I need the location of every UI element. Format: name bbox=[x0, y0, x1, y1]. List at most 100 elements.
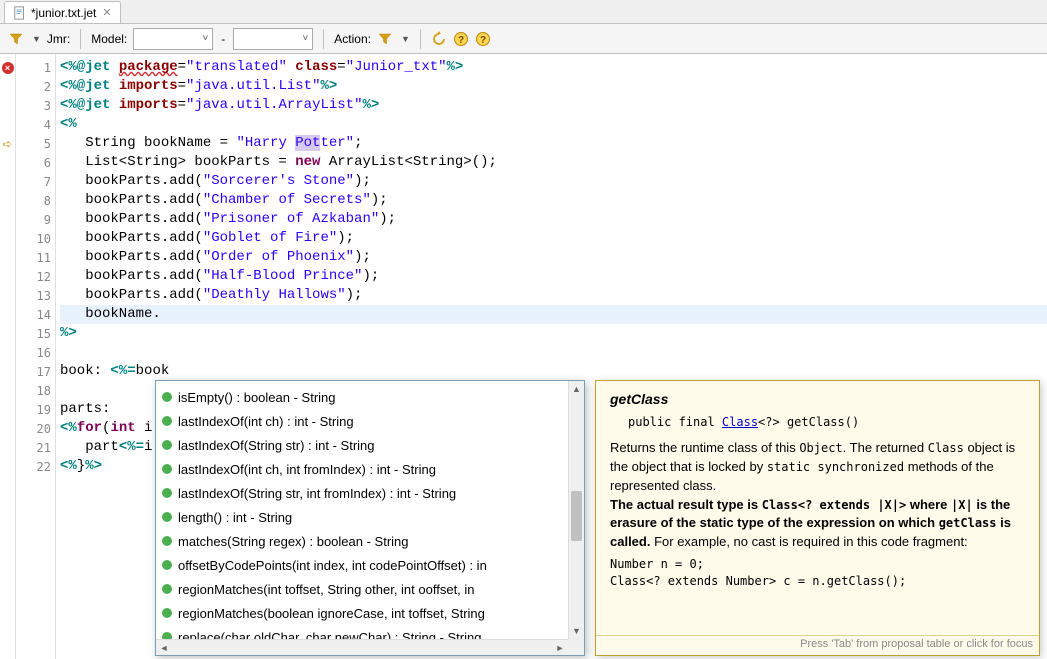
proposal-label: lastIndexOf(String str, int fromIndex) :… bbox=[178, 486, 456, 501]
action-label: Action: bbox=[334, 32, 371, 46]
code-line[interactable]: bookParts.add("Chamber of Secrets"); bbox=[60, 191, 1047, 210]
code-line[interactable]: String bookName = "Harry Potter"; bbox=[60, 134, 1047, 153]
proposal-item[interactable]: isEmpty() : boolean - String bbox=[156, 385, 584, 409]
model-combo-1[interactable] bbox=[133, 28, 213, 50]
close-icon[interactable]: ✕ bbox=[102, 6, 111, 19]
code-line[interactable]: bookName. bbox=[60, 305, 1047, 324]
svg-text:?: ? bbox=[480, 35, 486, 46]
line-number: 4 bbox=[16, 115, 55, 134]
proposal-item[interactable]: matches(String regex) : boolean - String bbox=[156, 529, 584, 553]
code-line[interactable]: bookParts.add("Half-Blood Prince"); bbox=[60, 267, 1047, 286]
code-line[interactable]: bookParts.add("Goblet of Fire"); bbox=[60, 229, 1047, 248]
proposal-label: isEmpty() : boolean - String bbox=[178, 390, 336, 405]
code-line[interactable]: <%@jet package="translated" class="Junio… bbox=[60, 58, 1047, 77]
proposal-item[interactable]: lastIndexOf(String str, int fromIndex) :… bbox=[156, 481, 584, 505]
proposal-label: lastIndexOf(int ch, int fromIndex) : int… bbox=[178, 462, 436, 477]
proposal-label: lastIndexOf(String str) : int - String bbox=[178, 438, 375, 453]
line-number: 20 bbox=[16, 419, 55, 438]
editor-tab-title: *junior.txt.jet bbox=[31, 6, 96, 20]
code-line[interactable]: <%@jet imports="java.util.List"%> bbox=[60, 77, 1047, 96]
arrow-marker-icon: ➪ bbox=[2, 137, 12, 151]
proposal-label: offsetByCodePoints(int index, int codePo… bbox=[178, 558, 487, 573]
proposal-label: regionMatches(int toffset, String other,… bbox=[178, 582, 475, 597]
svg-text:?: ? bbox=[458, 35, 464, 46]
scroll-left-icon[interactable]: ◄ bbox=[156, 640, 172, 655]
help-icon[interactable]: ? bbox=[453, 31, 469, 47]
line-number: 1 bbox=[16, 58, 55, 77]
proposal-item[interactable]: length() : int - String bbox=[156, 505, 584, 529]
proposal-label: length() : int - String bbox=[178, 510, 292, 525]
proposal-item[interactable]: lastIndexOf(int ch, int fromIndex) : int… bbox=[156, 457, 584, 481]
method-public-icon bbox=[162, 440, 172, 450]
scroll-up-icon[interactable]: ▲ bbox=[569, 381, 584, 397]
line-number: 16 bbox=[16, 343, 55, 362]
code-line[interactable]: book: <%=book bbox=[60, 362, 1047, 381]
line-number: 13 bbox=[16, 286, 55, 305]
line-number: 12 bbox=[16, 267, 55, 286]
filter-icon[interactable] bbox=[377, 31, 393, 47]
vertical-scrollbar[interactable]: ▲ ▼ bbox=[568, 381, 584, 639]
line-number: 3 bbox=[16, 96, 55, 115]
proposal-label: lastIndexOf(int ch) : int - String bbox=[178, 414, 354, 429]
line-number: 5 bbox=[16, 134, 55, 153]
proposal-label: regionMatches(boolean ignoreCase, int to… bbox=[178, 606, 485, 621]
model-combo-2[interactable] bbox=[233, 28, 313, 50]
content-assist-popup[interactable]: isEmpty() : boolean - String lastIndexOf(… bbox=[155, 380, 585, 656]
method-public-icon bbox=[162, 608, 172, 618]
code-line[interactable]: List<String> bookParts = new ArrayList<S… bbox=[60, 153, 1047, 172]
code-line[interactable]: %> bbox=[60, 324, 1047, 343]
line-number: 14 bbox=[16, 305, 55, 324]
class-link[interactable]: Class bbox=[722, 415, 758, 429]
code-line[interactable]: bookParts.add("Prisoner of Azkaban"); bbox=[60, 210, 1047, 229]
javadoc-body: Returns the runtime class of this Object… bbox=[610, 439, 1025, 591]
proposal-item[interactable]: offsetByCodePoints(int index, int codePo… bbox=[156, 553, 584, 577]
marker-column: ×➪ bbox=[0, 54, 16, 659]
method-public-icon bbox=[162, 488, 172, 498]
scrollbar-thumb[interactable] bbox=[571, 491, 582, 541]
line-number: 9 bbox=[16, 210, 55, 229]
proposal-item[interactable]: lastIndexOf(String str) : int - String bbox=[156, 433, 584, 457]
method-public-icon bbox=[162, 416, 172, 426]
code-line[interactable]: bookParts.add("Sorcerer's Stone"); bbox=[60, 172, 1047, 191]
error-marker-icon[interactable]: × bbox=[2, 62, 14, 74]
resize-grip[interactable] bbox=[568, 639, 584, 655]
proposal-item[interactable]: regionMatches(int toffset, String other,… bbox=[156, 577, 584, 601]
proposal-item[interactable]: lastIndexOf(int ch) : int - String bbox=[156, 409, 584, 433]
dropdown-arrow-icon[interactable]: ▼ bbox=[401, 34, 410, 44]
method-public-icon bbox=[162, 464, 172, 474]
refresh-icon[interactable] bbox=[431, 31, 447, 47]
dropdown-arrow-icon[interactable]: ▼ bbox=[32, 34, 41, 44]
line-number: 22 bbox=[16, 457, 55, 476]
code-line[interactable]: bookParts.add("Order of Phoenix"); bbox=[60, 248, 1047, 267]
line-number: 17 bbox=[16, 362, 55, 381]
line-number: 15 bbox=[16, 324, 55, 343]
proposal-list[interactable]: isEmpty() : boolean - String lastIndexOf(… bbox=[156, 381, 584, 655]
horizontal-scrollbar[interactable]: ◄ ► bbox=[156, 639, 568, 655]
code-line[interactable]: <%@jet imports="java.util.ArrayList"%> bbox=[60, 96, 1047, 115]
scroll-right-icon[interactable]: ► bbox=[552, 640, 568, 655]
line-number: 7 bbox=[16, 172, 55, 191]
scroll-down-icon[interactable]: ▼ bbox=[569, 623, 584, 639]
javadoc-title: getClass bbox=[610, 391, 1025, 407]
method-public-icon bbox=[162, 512, 172, 522]
line-number: 2 bbox=[16, 77, 55, 96]
javadoc-signature: public final Class<?> getClass() bbox=[610, 415, 1025, 429]
line-number: 21 bbox=[16, 438, 55, 457]
help-icon[interactable]: ? bbox=[475, 31, 491, 47]
javadoc-popup[interactable]: getClass public final Class<?> getClass(… bbox=[595, 380, 1040, 656]
model-label: Model: bbox=[91, 32, 127, 46]
line-number-gutter: 12345678910111213141516171819202122 bbox=[16, 54, 56, 659]
file-icon bbox=[13, 6, 27, 20]
editor-toolbar: ▼ Jmr: Model: - Action: ▼ ? ? bbox=[0, 24, 1047, 54]
method-public-icon bbox=[162, 584, 172, 594]
code-line[interactable] bbox=[60, 343, 1047, 362]
editor-tab[interactable]: *junior.txt.jet ✕ bbox=[4, 1, 121, 23]
line-number: 19 bbox=[16, 400, 55, 419]
javadoc-hint: Press 'Tab' from proposal table or click… bbox=[596, 635, 1039, 655]
code-line[interactable]: bookParts.add("Deathly Hallows"); bbox=[60, 286, 1047, 305]
line-number: 18 bbox=[16, 381, 55, 400]
code-line[interactable]: <% bbox=[60, 115, 1047, 134]
proposal-item[interactable]: regionMatches(boolean ignoreCase, int to… bbox=[156, 601, 584, 625]
filter-icon[interactable] bbox=[8, 31, 24, 47]
line-number: 8 bbox=[16, 191, 55, 210]
